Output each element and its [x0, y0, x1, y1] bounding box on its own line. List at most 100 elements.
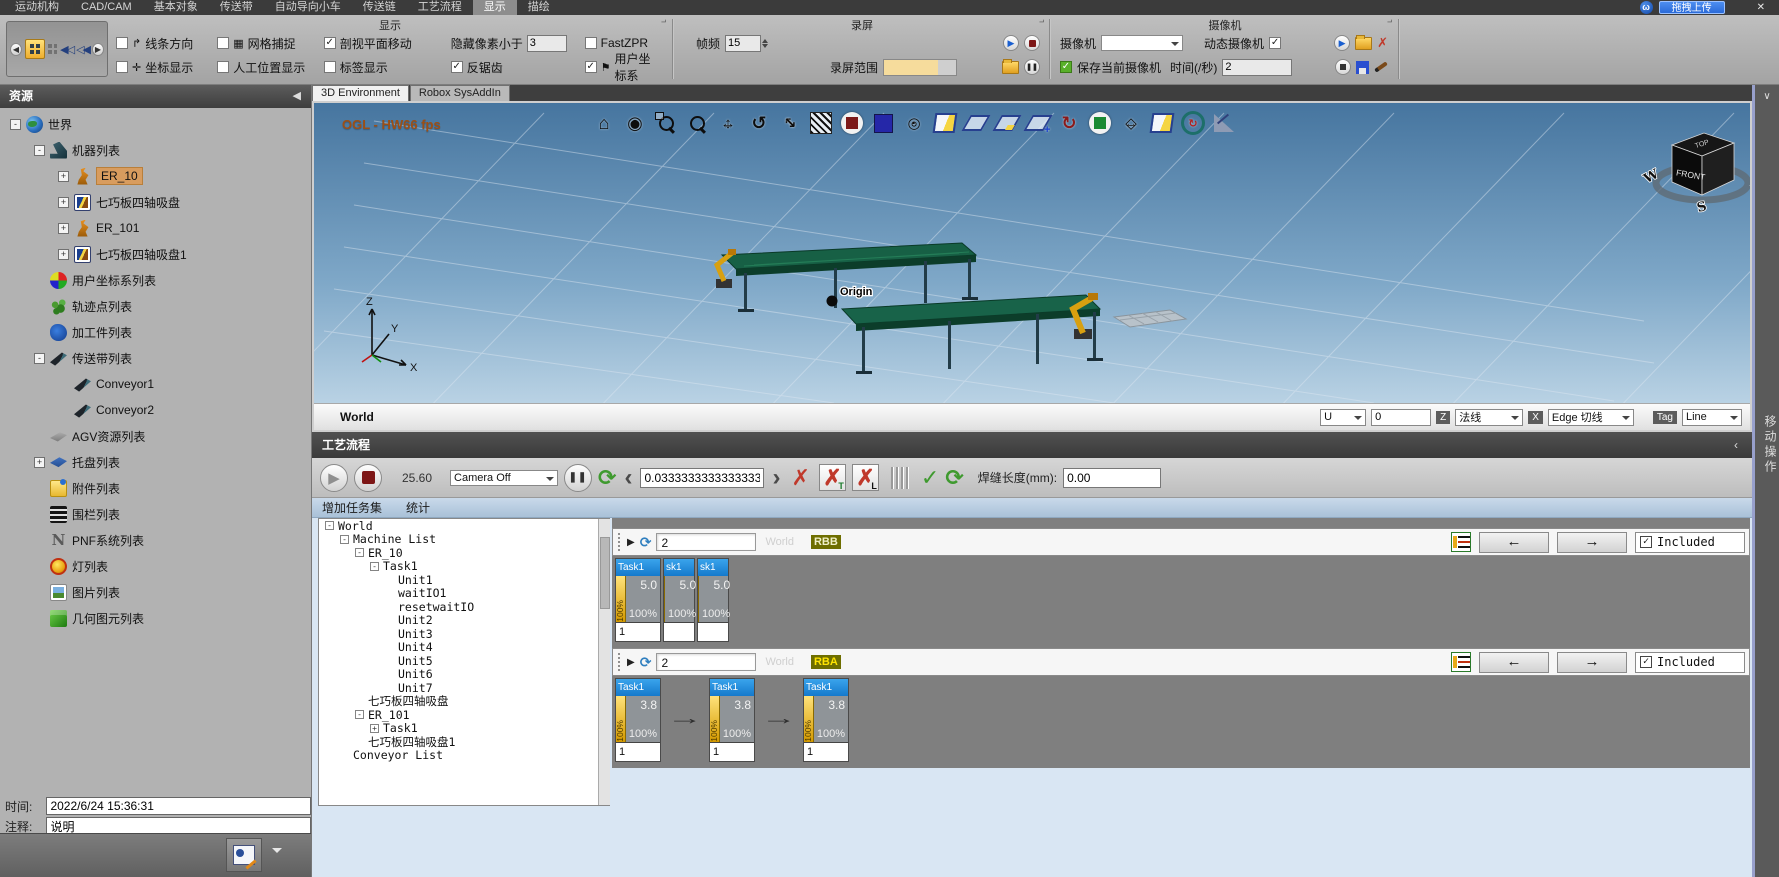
- drag-handle[interactable]: [617, 532, 622, 552]
- process-tree-item-Unit1[interactable]: Unit1: [319, 573, 609, 587]
- section-box-icon[interactable]: [933, 111, 957, 135]
- record-range-swatch[interactable]: [883, 59, 957, 76]
- strip-count[interactable]: 2: [656, 653, 756, 671]
- tree-item-传送带列表[interactable]: -传送带列表: [0, 345, 311, 371]
- offset-input[interactable]: [1371, 409, 1431, 426]
- shift-left-button[interactable]: ←: [1479, 652, 1549, 673]
- process-tree-item-resetwaitIO[interactable]: resetwaitIO: [319, 600, 609, 614]
- tree-scrollbar[interactable]: [598, 519, 610, 805]
- record-pause-button[interactable]: ❚❚: [1024, 59, 1040, 75]
- skip-forward-icon[interactable]: ◁◀: [76, 43, 89, 56]
- task-count-cell[interactable]: [664, 622, 694, 641]
- tree-item-ER_101[interactable]: +ER_101: [0, 215, 311, 241]
- menu-item-4[interactable]: 自动导向小车: [264, 0, 352, 15]
- display-group-launcher-icon[interactable]: ⌐: [661, 17, 666, 27]
- step-size-input[interactable]: [640, 468, 764, 488]
- collapse-icon[interactable]: -: [370, 562, 379, 571]
- tab-robox-sysaddin[interactable]: Robox SysAddIn: [410, 85, 510, 101]
- strip-refresh-icon[interactable]: ⟳: [640, 654, 652, 671]
- tree-item-世界[interactable]: -世界: [0, 111, 311, 137]
- record-stop-button[interactable]: [1024, 35, 1040, 51]
- expand-icon[interactable]: +: [58, 197, 69, 208]
- checkbox-用户坐标系[interactable]: [585, 61, 597, 73]
- checkbox-反锯齿[interactable]: [451, 61, 463, 73]
- confirm-icon[interactable]: ✓: [921, 465, 939, 491]
- chevron-down-icon[interactable]: ∨: [1755, 91, 1779, 102]
- weld-length-input[interactable]: [1063, 468, 1161, 488]
- included-checkbox[interactable]: ✓: [1640, 536, 1652, 548]
- upload-button[interactable]: 拖拽上传: [1659, 1, 1725, 14]
- annotation-button[interactable]: [226, 838, 262, 872]
- delete-icon[interactable]: ✗: [791, 467, 809, 489]
- rotate-view-icon[interactable]: ↺: [747, 111, 771, 135]
- strip-play-icon[interactable]: ▶: [627, 537, 635, 548]
- close-icon[interactable]: ✕: [1757, 2, 1765, 13]
- center-target-icon[interactable]: ◎·: [902, 111, 926, 135]
- task-block-Task1[interactable]: Task1100%3.8100%1: [709, 678, 755, 762]
- panel-collapse-icon[interactable]: ‹: [1734, 432, 1738, 458]
- camera-play-button[interactable]: ▶: [1334, 35, 1350, 51]
- right-dock-strip[interactable]: ∨ 移动操作: [1752, 85, 1779, 877]
- task-block-sk1[interactable]: sk15.0100%: [697, 558, 729, 642]
- tree-item-七巧板四轴吸盘[interactable]: +七巧板四轴吸盘: [0, 189, 311, 215]
- drag-handle[interactable]: [617, 652, 622, 672]
- green-material-icon[interactable]: [1088, 111, 1112, 135]
- task-count-cell[interactable]: 1: [616, 622, 660, 641]
- section-plane-add-icon[interactable]: [1026, 111, 1050, 135]
- pan-icon[interactable]: ↔↕: [716, 111, 740, 135]
- tree-item-附件列表[interactable]: 附件列表: [0, 475, 311, 501]
- frame-rate-input[interactable]: [725, 35, 761, 52]
- checkbox-标签显示[interactable]: [324, 61, 336, 73]
- step-back-icon[interactable]: ‹: [624, 466, 632, 490]
- camera-stop-button[interactable]: [1335, 59, 1351, 75]
- camera-open-icon[interactable]: [1355, 37, 1372, 50]
- checkbox-网格捕捉[interactable]: [217, 37, 229, 49]
- simulation-stop-button[interactable]: [354, 464, 382, 492]
- tree-item-托盘列表[interactable]: +托盘列表: [0, 449, 311, 475]
- move-operation-tab[interactable]: 移动操作: [1755, 385, 1779, 505]
- task-block-Task1[interactable]: Task1100%5.0100%1: [615, 558, 661, 642]
- process-tree-item-七巧板四轴吸盘1[interactable]: 七巧板四轴吸盘1: [319, 735, 609, 749]
- camera-mode-select[interactable]: Camera Off: [450, 470, 558, 486]
- nav-next-button[interactable]: ▶: [92, 43, 104, 56]
- tree-item-PNF系统列表[interactable]: NPNF系统列表: [0, 527, 311, 553]
- tree-item-几何图元列表[interactable]: 几何图元列表: [0, 605, 311, 631]
- checkbox-剖视平面移动[interactable]: [324, 37, 336, 49]
- tab-3d-environment[interactable]: 3D Environment: [312, 85, 409, 101]
- task-count-cell[interactable]: 1: [804, 742, 848, 761]
- home-icon[interactable]: ⌂: [592, 111, 616, 135]
- menu-item-5[interactable]: 传送链: [352, 0, 407, 15]
- brush-icon[interactable]: [1374, 61, 1388, 72]
- tree-item-图片列表[interactable]: 图片列表: [0, 579, 311, 605]
- expand-icon[interactable]: +: [370, 724, 379, 733]
- tree-item-ER_10[interactable]: +ER_10: [0, 163, 311, 189]
- protractor-icon[interactable]: [1212, 111, 1236, 135]
- collapse-icon[interactable]: -: [340, 535, 349, 544]
- tree-item-Conveyor1[interactable]: Conveyor1: [0, 371, 311, 397]
- zoom-window-icon[interactable]: [654, 111, 678, 135]
- hidden-pixel-input[interactable]: [527, 35, 567, 52]
- rotate-arc-icon[interactable]: ↻: [1057, 111, 1081, 135]
- time-input[interactable]: [46, 797, 311, 815]
- process-tree-item-Unit4[interactable]: Unit4: [319, 641, 609, 655]
- tab-statistics[interactable]: 统计: [406, 499, 430, 516]
- process-tree-item-Unit3[interactable]: Unit3: [319, 627, 609, 641]
- tree-item-机器列表[interactable]: -机器列表: [0, 137, 311, 163]
- zoom-icon[interactable]: [685, 111, 709, 135]
- delete-task-button[interactable]: ✗T: [819, 464, 846, 491]
- collapse-icon[interactable]: -: [355, 710, 364, 719]
- task-flow-icon[interactable]: [1451, 532, 1471, 552]
- tree-item-用户坐标系列表[interactable]: 用户坐标系列表: [0, 267, 311, 293]
- process-tree-item-waitIO1[interactable]: waitIO1: [319, 587, 609, 601]
- section-plane-flip-icon[interactable]: [995, 111, 1019, 135]
- normal-select[interactable]: 法线: [1455, 409, 1523, 426]
- checkbox-人工位置显示[interactable]: [217, 61, 229, 73]
- view-eye-icon[interactable]: ◉: [623, 111, 647, 135]
- process-tree-item-Unit6[interactable]: Unit6: [319, 668, 609, 682]
- process-tree-item-ER_10[interactable]: -ER_10: [319, 546, 609, 560]
- camera-group-launcher-icon[interactable]: ⌐: [1387, 17, 1392, 27]
- included-checkbox[interactable]: ✓: [1640, 656, 1652, 668]
- refresh-icon[interactable]: ⟳: [945, 467, 963, 489]
- process-tree-item-Task1[interactable]: -Task1: [319, 560, 609, 574]
- tree-item-七巧板四轴吸盘1[interactable]: +七巧板四轴吸盘1: [0, 241, 311, 267]
